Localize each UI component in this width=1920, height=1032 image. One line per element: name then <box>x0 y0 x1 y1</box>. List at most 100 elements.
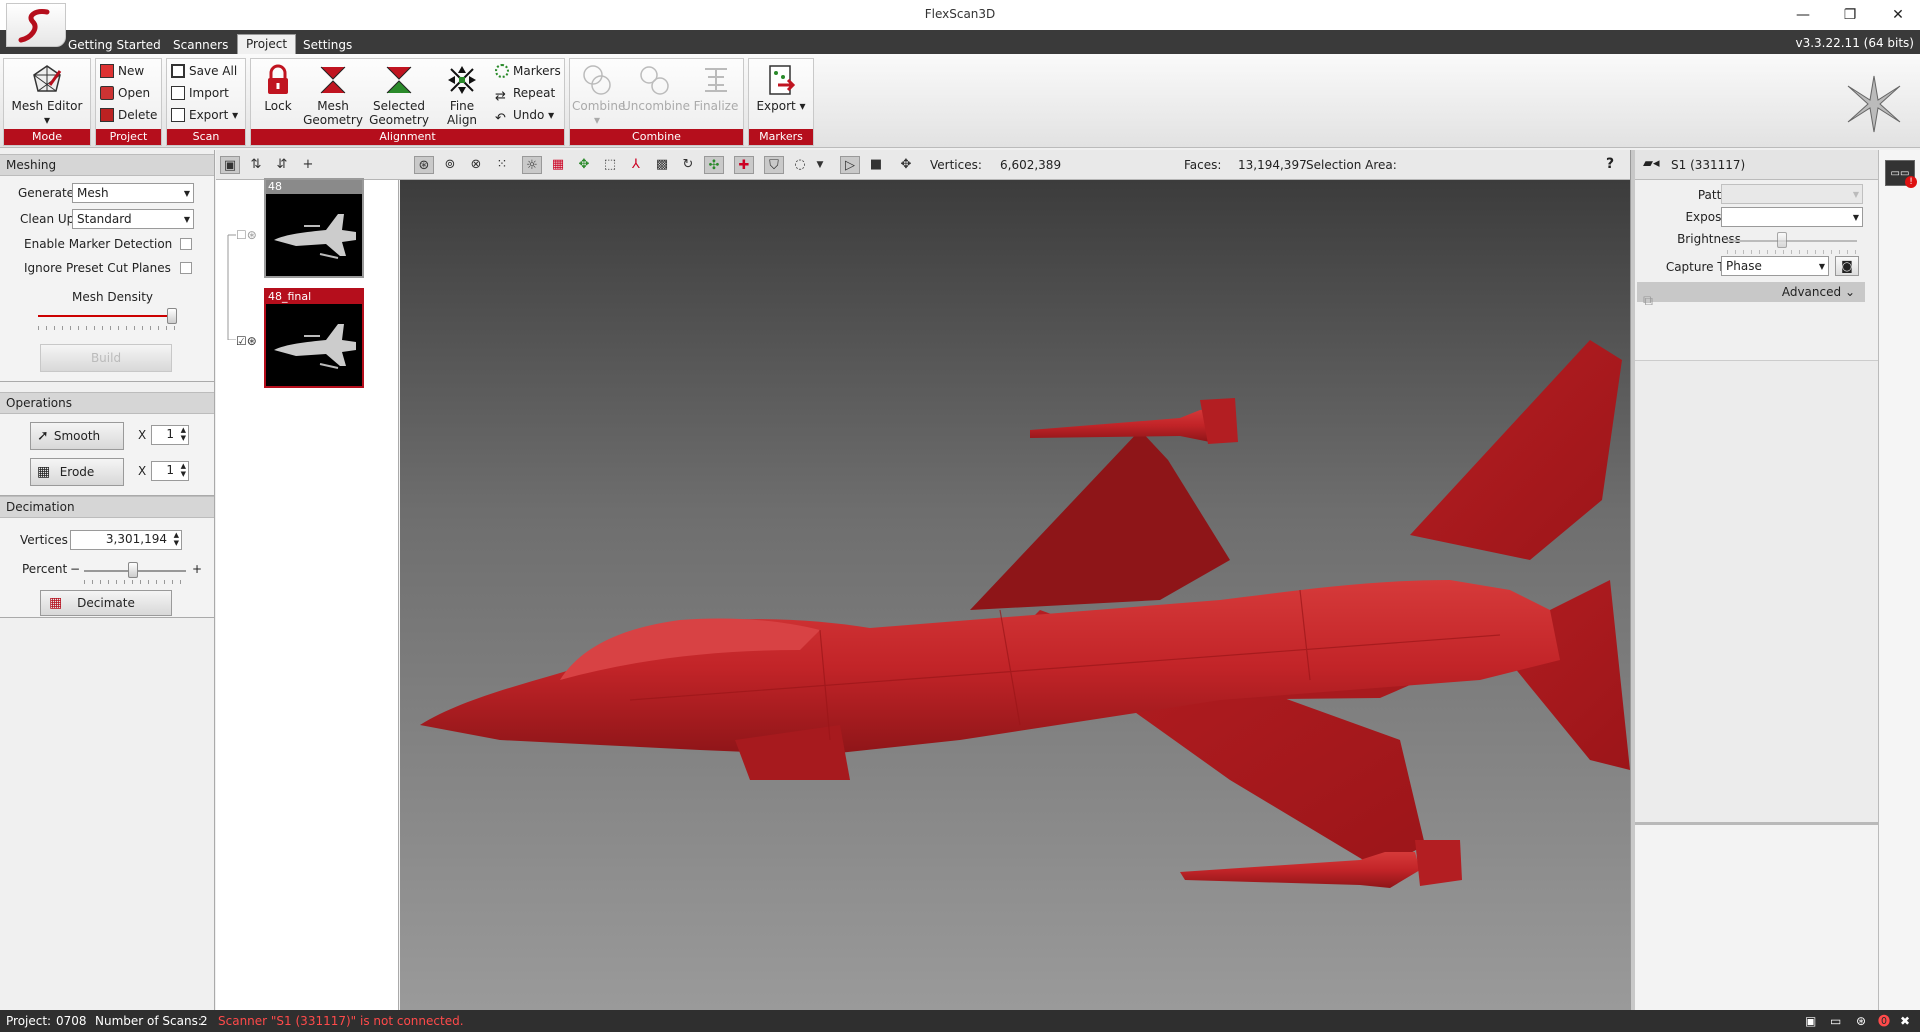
checker-icon[interactable]: ▩ <box>652 156 672 174</box>
app-logo[interactable] <box>6 3 66 47</box>
circle-select-icon[interactable]: ◌ <box>790 156 810 174</box>
render-shaded-icon[interactable]: ⊚ <box>440 156 460 174</box>
lasso-select-icon[interactable]: ⛉ <box>764 156 784 174</box>
decimate-button[interactable]: ▦ Decimate <box>40 590 172 616</box>
repeat-button[interactable]: ⇄ Repeat <box>495 83 555 103</box>
restore-button[interactable]: ❐ <box>1830 4 1870 26</box>
jet-thumbnail-icon <box>274 214 356 259</box>
new-button[interactable]: New <box>100 61 144 81</box>
scan-group-label: Scan <box>167 129 245 145</box>
import-button[interactable]: Import <box>171 83 229 103</box>
select-markers-icon[interactable]: ✣ <box>704 156 724 174</box>
tab-getting-started[interactable]: Getting Started <box>60 36 169 54</box>
scanner-warning[interactable]: Scanner "S1 (331117)" is not connected. <box>218 1010 464 1032</box>
stop-icon[interactable]: ■ <box>866 156 886 174</box>
markers-export-label: Export <box>756 99 796 113</box>
rotate-icon[interactable]: ↻ <box>678 156 698 174</box>
align-target-icon[interactable]: ✚ <box>734 156 754 174</box>
smooth-count-value: 1 <box>166 427 174 441</box>
ignore-preset-checkbox[interactable] <box>180 262 192 274</box>
advanced-toggle[interactable]: Advanced ⌄ <box>1637 282 1865 302</box>
camera-icon: ◙ <box>1841 259 1853 273</box>
exposure-select[interactable]: ▼ <box>1721 207 1863 227</box>
enable-marker-checkbox[interactable] <box>180 238 192 250</box>
scan-48-visibility-icon[interactable]: ☐⊛ <box>236 228 257 242</box>
scan-thumbnail-48-final[interactable]: 48_final <box>264 288 364 388</box>
markers-export-button[interactable]: Export ▾ <box>753 61 809 113</box>
fine-align-button[interactable]: Fine Align <box>433 61 491 127</box>
capture-camera-button[interactable]: ◙ <box>1835 256 1859 276</box>
color-grid-icon[interactable]: ▦ <box>548 156 568 174</box>
undo-button[interactable]: ↶ Undo ▾ <box>495 105 554 125</box>
combine-label: Combine <box>572 99 626 113</box>
thumbnail-view-icon[interactable]: ▣ <box>220 156 240 174</box>
mesh-editor-button[interactable]: Mesh Editor ▾ <box>8 61 86 127</box>
minimize-button[interactable]: — <box>1783 4 1823 26</box>
console-icon[interactable]: ▭ <box>1830 1010 1841 1032</box>
close-button[interactable]: ✕ <box>1878 4 1918 26</box>
mesh-editor-icon <box>33 65 62 92</box>
erode-count-input[interactable]: 1 ▲ ▼ <box>151 461 189 481</box>
brightness-slider[interactable] <box>1777 232 1787 248</box>
decimation-vertices-input[interactable]: 3,301,194 ▲ ▼ <box>70 530 182 550</box>
smooth-count-input[interactable]: 1 ▲ ▼ <box>151 425 189 445</box>
help-icon[interactable]: ? <box>1606 156 1614 172</box>
jet-model <box>420 340 1630 888</box>
export-button[interactable]: Export ▾ <box>171 105 238 125</box>
markers-button[interactable]: Markers <box>495 61 561 81</box>
tab-settings[interactable]: Settings <box>295 36 360 54</box>
mesh-density-slider[interactable] <box>167 308 177 324</box>
scanner-status-icon[interactable]: ⊛ <box>1856 1010 1866 1032</box>
percent-plus[interactable]: + <box>192 562 202 576</box>
axes-icon[interactable]: ⅄ <box>626 156 646 174</box>
sort-ascending-icon[interactable]: ⇅ <box>246 156 266 174</box>
brightness-ticks <box>1727 250 1859 254</box>
cleanup-select[interactable]: Standard ▼ <box>72 209 194 229</box>
3d-viewport[interactable] <box>400 180 1630 1010</box>
tools-icon[interactable]: ✖ <box>1900 1010 1910 1032</box>
meshing-section: Generate Mesh ▼ Clean Up Standard ▼ Enable… <box>0 176 214 382</box>
play-icon[interactable]: ▷ <box>840 156 860 174</box>
mesh-geometry-button[interactable]: Mesh Geometry <box>303 61 363 127</box>
scan-thumbnail-48[interactable]: 48 <box>264 178 364 278</box>
markers-view-icon[interactable]: ✥ <box>574 156 594 174</box>
render-mesh-icon[interactable]: ⊛ <box>414 156 434 174</box>
percent-minus[interactable]: − <box>70 562 80 576</box>
open-button[interactable]: Open <box>100 83 150 103</box>
open-icon <box>100 86 114 100</box>
render-points-icon[interactable]: ⁙ <box>492 156 512 174</box>
pattern-select[interactable]: ▼ <box>1721 184 1863 204</box>
save-all-button[interactable]: Save All <box>171 61 237 81</box>
scan-48-final-visibility-icon[interactable]: ☑⊛ <box>236 334 257 348</box>
cube-view-icon[interactable]: ⬚ <box>600 156 620 174</box>
tab-scanners[interactable]: Scanners <box>165 36 236 54</box>
error-icon[interactable]: ⓿ <box>1878 1010 1890 1032</box>
sort-descending-icon[interactable]: ⇵ <box>272 156 292 174</box>
finalize-button[interactable]: Finalize <box>692 61 740 113</box>
light-icon[interactable]: ☼ <box>522 156 542 174</box>
move-icon[interactable]: ✥ <box>896 156 916 174</box>
uncombine-button[interactable]: Uncombine <box>622 61 690 113</box>
generate-select[interactable]: Mesh ▼ <box>72 183 194 203</box>
project-group-label: Project <box>96 129 161 145</box>
tab-project[interactable]: Project <box>237 34 297 54</box>
chevron-down-icon[interactable]: ▼ <box>810 156 830 174</box>
decimation-header[interactable]: Decimation <box>0 496 214 518</box>
delete-button[interactable]: Delete <box>100 105 157 125</box>
meshing-header[interactable]: Meshing <box>0 154 214 176</box>
combine-group-label: Combine <box>570 129 743 145</box>
mesh-geometry-label-1: Mesh <box>317 99 349 113</box>
render-wire-icon[interactable]: ⊗ <box>466 156 486 174</box>
combine-button[interactable]: Combine ▾ <box>572 61 626 127</box>
add-icon[interactable]: + <box>298 156 318 174</box>
operations-header[interactable]: Operations <box>0 392 214 414</box>
build-button[interactable]: Build <box>40 344 172 372</box>
layout-icon[interactable]: ▣ <box>1805 1010 1816 1032</box>
capture-test-select[interactable]: Phase ▼ <box>1721 256 1829 276</box>
erode-button[interactable]: ▦ Erode <box>30 458 124 486</box>
smooth-button[interactable]: ➚ Smooth <box>30 422 124 450</box>
lock-button[interactable]: Lock <box>257 61 299 113</box>
selected-geometry-button[interactable]: Selected Geometry <box>367 61 431 127</box>
import-label: Import <box>189 86 229 100</box>
percent-slider[interactable] <box>128 562 138 578</box>
